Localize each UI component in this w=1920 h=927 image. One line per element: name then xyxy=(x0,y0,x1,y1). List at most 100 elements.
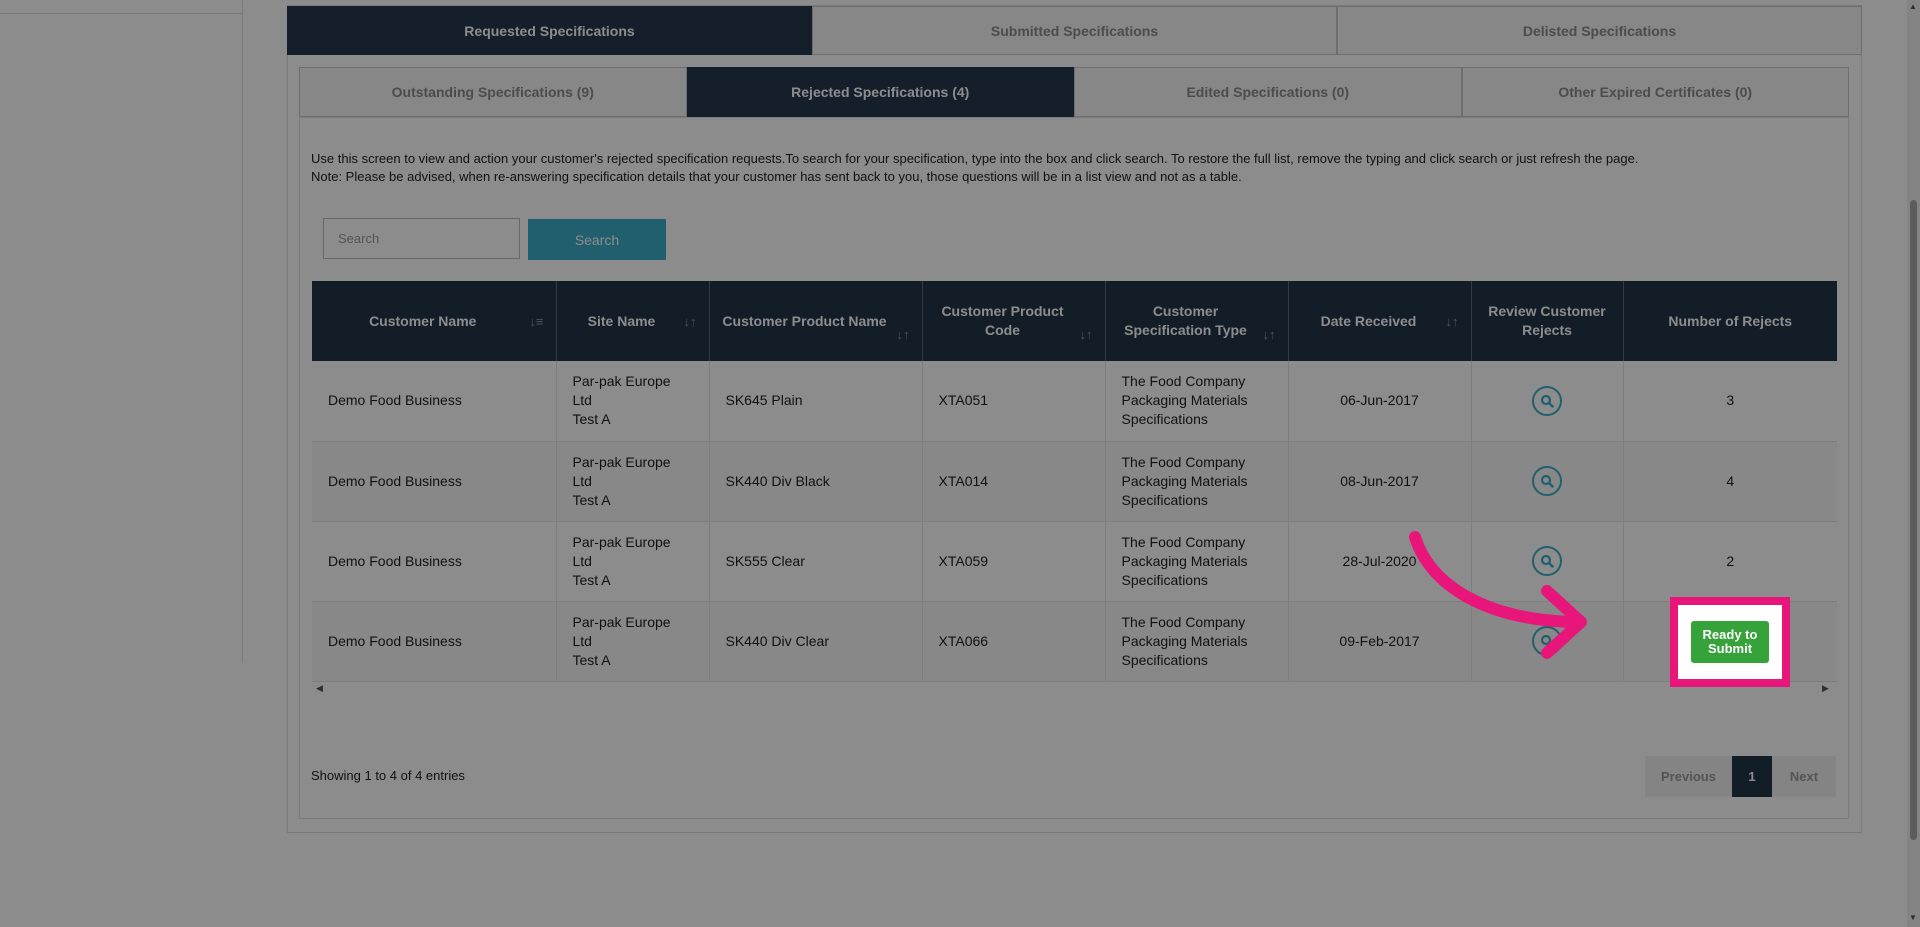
site-line-2: Test A xyxy=(572,651,611,668)
column-header-customer-name[interactable]: Customer Name ↓≡ xyxy=(312,281,557,361)
sort-icon[interactable]: ↓↑ xyxy=(897,325,910,344)
site-line-1: Par-pak Europe Ltd xyxy=(572,373,671,409)
divider xyxy=(0,13,243,14)
left-panel xyxy=(0,0,243,663)
cell-product-code: XTA066 xyxy=(922,601,1106,682)
type-line-2: Packaging Materials xyxy=(1121,392,1248,409)
magnifier-icon[interactable] xyxy=(1532,466,1562,496)
tab-submitted-specifications[interactable]: Submitted Specifications xyxy=(812,6,1337,55)
cell-product-name: SK440 Div Black xyxy=(709,441,923,522)
column-label: Customer Product Code xyxy=(941,303,1064,338)
site-line-2: Test A xyxy=(572,411,611,428)
cell-review xyxy=(1471,361,1624,442)
column-header-customer-product-code[interactable]: Customer Product Code ↓↑ xyxy=(922,281,1106,361)
entries-info: Showing 1 to 4 of 4 entries xyxy=(311,768,465,783)
cell-site-name: Par-pak Europe Ltd Test A xyxy=(556,521,710,602)
column-header-customer-product-name[interactable]: Customer Product Name ↓↑ xyxy=(709,281,923,361)
magnifier-icon[interactable] xyxy=(1532,385,1562,416)
site-line-2: Test A xyxy=(572,491,611,508)
type-line-3: Specifications xyxy=(1121,571,1208,588)
column-header-review-customer-rejects: Review Customer Rejects xyxy=(1471,281,1624,361)
type-line-1: The Food Company xyxy=(1121,533,1246,550)
ready-button-line-2: Submit xyxy=(1707,641,1753,656)
curved-arrow-icon xyxy=(1409,531,1587,659)
search-button[interactable]: Search xyxy=(528,219,666,260)
sort-icon[interactable]: ↓↑ xyxy=(1446,312,1459,331)
column-label: Customer Specification Type xyxy=(1124,303,1247,338)
search-input[interactable] xyxy=(323,218,520,259)
column-label: Number of Rejects xyxy=(1668,312,1793,329)
type-line-3: Specifications xyxy=(1121,651,1208,668)
cell-customer-name: Demo Food Business xyxy=(312,361,557,442)
site-line-1: Par-pak Europe Ltd xyxy=(572,613,671,649)
site-line-1: Par-pak Europe Ltd xyxy=(572,453,671,489)
scroll-up-icon[interactable]: ▲ xyxy=(1909,2,1917,11)
table-header-row: Customer Name ↓≡ Site Name ↓↑ Customer Pro… xyxy=(312,281,1837,361)
sub-tabs: Outstanding Specifications (9) Rejected … xyxy=(299,67,1849,117)
type-line-1: The Food Company xyxy=(1121,373,1246,390)
type-line-1: The Food Company xyxy=(1121,613,1246,630)
cell-customer-name: Demo Food Business xyxy=(312,601,557,682)
pagination-previous[interactable]: Previous xyxy=(1645,756,1732,797)
table-row: Demo Food Business Par-pak Europe Ltd Tes… xyxy=(312,601,1837,682)
cell-product-name: SK440 Div Clear xyxy=(709,601,923,682)
cell-spec-type: The Food Company Packaging Materials Speci… xyxy=(1105,441,1289,522)
site-line-2: Test A xyxy=(572,571,611,588)
cell-product-name: SK645 Plain xyxy=(709,361,923,442)
cell-review xyxy=(1471,441,1624,522)
scroll-left-arrow-icon[interactable]: ◀ xyxy=(316,683,323,694)
sort-icon[interactable]: ↓≡ xyxy=(529,312,543,331)
type-line-1: The Food Company xyxy=(1121,453,1246,470)
column-header-number-of-rejects: Number of Rejects xyxy=(1623,281,1837,361)
cell-number-of-rejects: 2 xyxy=(1623,521,1837,602)
cell-product-code: XTA059 xyxy=(922,521,1106,602)
cell-customer-name: Demo Food Business xyxy=(312,441,557,522)
cell-spec-type: The Food Company Packaging Materials Speci… xyxy=(1105,601,1289,682)
intro-line-2: Note: Please be advised, when re-answeri… xyxy=(311,169,1242,184)
sort-icon[interactable]: ↓↑ xyxy=(684,312,697,331)
scroll-right-arrow-icon[interactable]: ▶ xyxy=(1822,683,1829,694)
cell-product-name: SK555 Clear xyxy=(709,521,923,602)
type-line-3: Specifications xyxy=(1121,491,1208,508)
tab-delisted-specifications[interactable]: Delisted Specifications xyxy=(1337,6,1862,55)
cell-spec-type: The Food Company Packaging Materials Speci… xyxy=(1105,521,1289,602)
tab-rejected-specifications[interactable]: Rejected Specifications (4) xyxy=(686,67,1074,117)
intro-text: Use this screen to view and action your … xyxy=(311,150,1841,186)
cell-spec-type: The Food Company Packaging Materials Speci… xyxy=(1105,361,1289,442)
sort-icon[interactable]: ↓↑ xyxy=(1080,325,1093,344)
pagination-next[interactable]: Next xyxy=(1772,756,1836,797)
highlight-box: Ready to Submit xyxy=(1670,597,1790,687)
cell-site-name: Par-pak Europe Ltd Test A xyxy=(556,361,710,442)
type-line-3: Specifications xyxy=(1121,411,1208,428)
page-scrollbar[interactable]: ▲ ▼ xyxy=(1907,0,1920,927)
column-header-customer-specification-type[interactable]: Customer Specification Type ↓↑ xyxy=(1105,281,1289,361)
scrollbar-thumb[interactable] xyxy=(1910,200,1917,840)
tab-other-expired-certificates[interactable]: Other Expired Certificates (0) xyxy=(1461,67,1849,117)
table-row: Demo Food Business Par-pak Europe Ltd Tes… xyxy=(312,441,1837,522)
column-header-site-name[interactable]: Site Name ↓↑ xyxy=(556,281,710,361)
top-tabs: Requested Specifications Submitted Speci… xyxy=(287,6,1862,55)
ready-button-line-1: Ready to xyxy=(1702,627,1758,642)
column-label: Site Name xyxy=(587,312,656,329)
column-label: Customer Name xyxy=(369,312,477,329)
cell-customer-name: Demo Food Business xyxy=(312,521,557,602)
sort-icon[interactable]: ↓↑ xyxy=(1263,325,1276,344)
tab-outstanding-specifications[interactable]: Outstanding Specifications (9) xyxy=(299,67,687,117)
cell-site-name: Par-pak Europe Ltd Test A xyxy=(556,601,710,682)
cell-number-of-rejects: 4 xyxy=(1623,441,1837,522)
intro-line-1: Use this screen to view and action your … xyxy=(311,151,1639,166)
column-label: Review Customer Rejects xyxy=(1488,303,1606,338)
column-header-date-received[interactable]: Date Received ↓↑ xyxy=(1288,281,1472,361)
cell-date-received: 06-Jun-2017 xyxy=(1288,361,1472,442)
cell-date-received: 08-Jun-2017 xyxy=(1288,441,1472,522)
table-row: Demo Food Business Par-pak Europe Ltd Tes… xyxy=(312,521,1837,602)
cell-product-code: XTA051 xyxy=(922,361,1106,442)
scroll-down-icon[interactable]: ▼ xyxy=(1909,913,1917,922)
tab-requested-specifications[interactable]: Requested Specifications xyxy=(287,6,812,55)
ready-to-submit-button[interactable]: Ready to Submit xyxy=(1690,621,1770,663)
pagination-page-1[interactable]: 1 xyxy=(1732,756,1772,797)
pagination: Previous 1 Next xyxy=(1645,756,1836,797)
type-line-2: Packaging Materials xyxy=(1121,552,1248,569)
tab-edited-specifications[interactable]: Edited Specifications (0) xyxy=(1074,67,1462,117)
cell-site-name: Par-pak Europe Ltd Test A xyxy=(556,441,710,522)
